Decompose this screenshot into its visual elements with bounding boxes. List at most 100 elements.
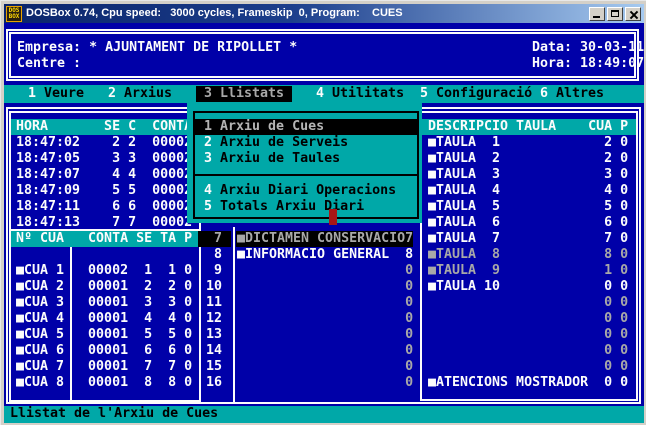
text-cursor bbox=[329, 209, 337, 225]
taula-table-row: ■TAULA 10 0 0 bbox=[428, 279, 628, 295]
taula-table-row: ■TAULA 3 3 0 bbox=[428, 167, 628, 183]
cua-table-row: ■CUA 5 00001 5 5 0 bbox=[16, 327, 192, 343]
hora-label: Hora: bbox=[532, 56, 580, 71]
menu-item-label: Altres bbox=[548, 86, 604, 101]
menu-item-configuració[interactable]: 5 Configuració bbox=[412, 86, 540, 102]
menu-item-number: 1 bbox=[28, 86, 36, 101]
close-icon bbox=[633, 10, 634, 19]
menu-item-label: Arxiu Diari Operacions bbox=[212, 183, 396, 198]
dropdown-item-1[interactable]: 1 Arxiu de Cues bbox=[195, 119, 417, 135]
hora-table-row: 18:47:05 3 3 00002 bbox=[16, 151, 192, 167]
menu-item-label: Veure bbox=[36, 86, 84, 101]
hora-line: Hora: 18:49:07 bbox=[532, 56, 644, 72]
cua-table-row: ■CUA 6 00001 6 6 0 bbox=[16, 343, 192, 359]
queue-panel-divider bbox=[233, 227, 235, 402]
hora-table-row: 18:47:13 7 7 00002 bbox=[16, 215, 192, 231]
menu-item-llistats[interactable]: 3 Llistats bbox=[196, 86, 292, 102]
queue-row-number: 12 bbox=[198, 311, 231, 327]
queue-row-number: 13 bbox=[198, 327, 231, 343]
cua-table-row: ■CUA 1 00002 1 1 0 bbox=[16, 263, 192, 279]
menu-item-label: Arxius bbox=[116, 86, 172, 101]
dropdown-separator bbox=[193, 174, 419, 176]
dosbox-icon-text: BOX bbox=[7, 14, 21, 20]
queue-row: 0 bbox=[236, 327, 413, 343]
taula-table-row: ■TAULA 8 8 0 bbox=[428, 247, 628, 263]
menu-item-label: Configuració bbox=[428, 86, 532, 101]
maximize-button[interactable] bbox=[607, 7, 623, 21]
taula-table-row: 0 0 bbox=[428, 343, 628, 359]
taula-table-row: 0 0 bbox=[428, 359, 628, 375]
queue-row-number: 8 bbox=[198, 247, 231, 263]
hora-value: 18:49:07 bbox=[580, 56, 644, 71]
queue-row: 0 bbox=[236, 295, 413, 311]
dropdown-item-4[interactable]: 4 Arxiu Diari Operacions bbox=[195, 183, 417, 199]
titlebar[interactable]: DOS BOX DOSBox 0.74, Cpu speed: 3000 cyc… bbox=[4, 4, 644, 23]
menu-item-number: 3 bbox=[204, 86, 212, 101]
dropdown-item-2[interactable]: 2 Arxiu de Serveis bbox=[195, 135, 417, 151]
cua-panel-left-border bbox=[9, 231, 11, 402]
cua-table-row: ■CUA 2 00001 2 2 0 bbox=[16, 279, 192, 295]
queue-row-number: 10 bbox=[198, 279, 231, 295]
menu-item-label: Utilitats bbox=[324, 86, 404, 101]
cua-table-header: Nº CUA CONTA SE TA P bbox=[16, 231, 192, 247]
data-label: Data: bbox=[532, 40, 580, 55]
menu-item-veure[interactable]: 1 Veure bbox=[20, 86, 92, 102]
taula-table-row: ■TAULA 1 2 0 bbox=[428, 135, 628, 151]
titlebar-buttons bbox=[589, 7, 641, 21]
menu-item-number: 4 bbox=[204, 183, 212, 198]
menu-item-altres[interactable]: 6 Altres bbox=[532, 86, 612, 102]
queue-row-number: 11 bbox=[198, 295, 231, 311]
cua-table-row: ■CUA 4 00001 4 4 0 bbox=[16, 311, 192, 327]
empresa-line: Empresa: * AJUNTAMENT DE RIPOLLET * bbox=[17, 40, 297, 56]
close-button[interactable] bbox=[625, 7, 641, 21]
data-value: 30-03-11 bbox=[580, 40, 644, 55]
menu-item-label: Llistats bbox=[212, 86, 284, 101]
queue-row: 0 bbox=[236, 343, 413, 359]
taula-table-row: ■TAULA 5 5 0 bbox=[428, 199, 628, 215]
dosbox-icon: DOS BOX bbox=[6, 6, 22, 22]
taula-table-row: ■TAULA 4 4 0 bbox=[428, 183, 628, 199]
centre-label: Centre : bbox=[17, 56, 81, 71]
centre-line: Centre : bbox=[17, 56, 81, 72]
menu-item-number: 4 bbox=[316, 86, 324, 101]
cua-table-row: ■CUA 3 00001 3 3 0 bbox=[16, 295, 192, 311]
taula-table-row: ■TAULA 9 1 0 bbox=[428, 263, 628, 279]
dosbox-window: DOS BOX DOSBox 0.74, Cpu speed: 3000 cyc… bbox=[0, 0, 646, 425]
taula-table-row: 0 0 bbox=[428, 295, 628, 311]
hora-table-row: 18:47:02 2 2 00002 bbox=[16, 135, 192, 151]
cua-table-row: ■CUA 7 00001 7 7 0 bbox=[16, 359, 192, 375]
hora-table-row: 18:47:09 5 5 00002 bbox=[16, 183, 192, 199]
dropdown-item-5[interactable]: 5 Totals Arxiu Diari bbox=[195, 199, 417, 215]
queue-row-number: 15 bbox=[198, 359, 231, 375]
menu-item-label: Arxiu de Serveis bbox=[212, 135, 348, 150]
hora-table-row: 18:47:11 6 6 00002 bbox=[16, 199, 192, 215]
taula-table-row: ■TAULA 6 6 0 bbox=[428, 215, 628, 231]
hora-table-row: 18:47:07 4 4 00002 bbox=[16, 167, 192, 183]
taula-table-row: ■TAULA 2 2 0 bbox=[428, 151, 628, 167]
dropdown-item-3[interactable]: 3 Arxiu de Taules bbox=[195, 151, 417, 167]
dos-screen: Empresa: * AJUNTAMENT DE RIPOLLET * Cent… bbox=[4, 23, 644, 423]
queue-row: ■DICTAMEN CONSERVACIO7 bbox=[236, 231, 413, 247]
hora-table-header: HORA SE C CONTA bbox=[16, 119, 192, 135]
menu-item-utilitats[interactable]: 4 Utilitats bbox=[308, 86, 412, 102]
maximize-icon bbox=[611, 10, 619, 17]
menu-item-arxius[interactable]: 2 Arxius bbox=[100, 86, 180, 102]
taula-table-header: DESCRIPCIO TAULA CUA P bbox=[428, 119, 628, 135]
data-line: Data: 30-03-11 bbox=[532, 40, 644, 56]
menu-item-label: Totals Arxiu Diari bbox=[212, 199, 364, 214]
taula-table-row: ■ATENCIONS MOSTRADOR 0 0 bbox=[428, 375, 628, 391]
menu-item-number: 6 bbox=[540, 86, 548, 101]
menu-item-label: Arxiu de Taules bbox=[212, 151, 340, 166]
minimize-button[interactable] bbox=[589, 7, 605, 21]
llistats-dropdown: 1 Arxiu de Cues2 Arxiu de Serveis3 Arxiu… bbox=[187, 103, 422, 223]
cua-table-row: ■CUA 8 00001 8 8 0 bbox=[16, 375, 192, 391]
menu-item-number: 1 bbox=[204, 119, 212, 134]
menu-item-number: 2 bbox=[204, 135, 212, 150]
menu-item-number: 5 bbox=[420, 86, 428, 101]
queue-row: 0 bbox=[236, 359, 413, 375]
queue-row-number: 7 bbox=[198, 231, 231, 247]
menu-item-number: 3 bbox=[204, 151, 212, 166]
menu-bar: 1 Veure2 Arxius3 Llistats4 Utilitats5 Co… bbox=[4, 85, 644, 103]
minimize-icon bbox=[593, 16, 600, 18]
menu-item-number: 2 bbox=[108, 86, 116, 101]
